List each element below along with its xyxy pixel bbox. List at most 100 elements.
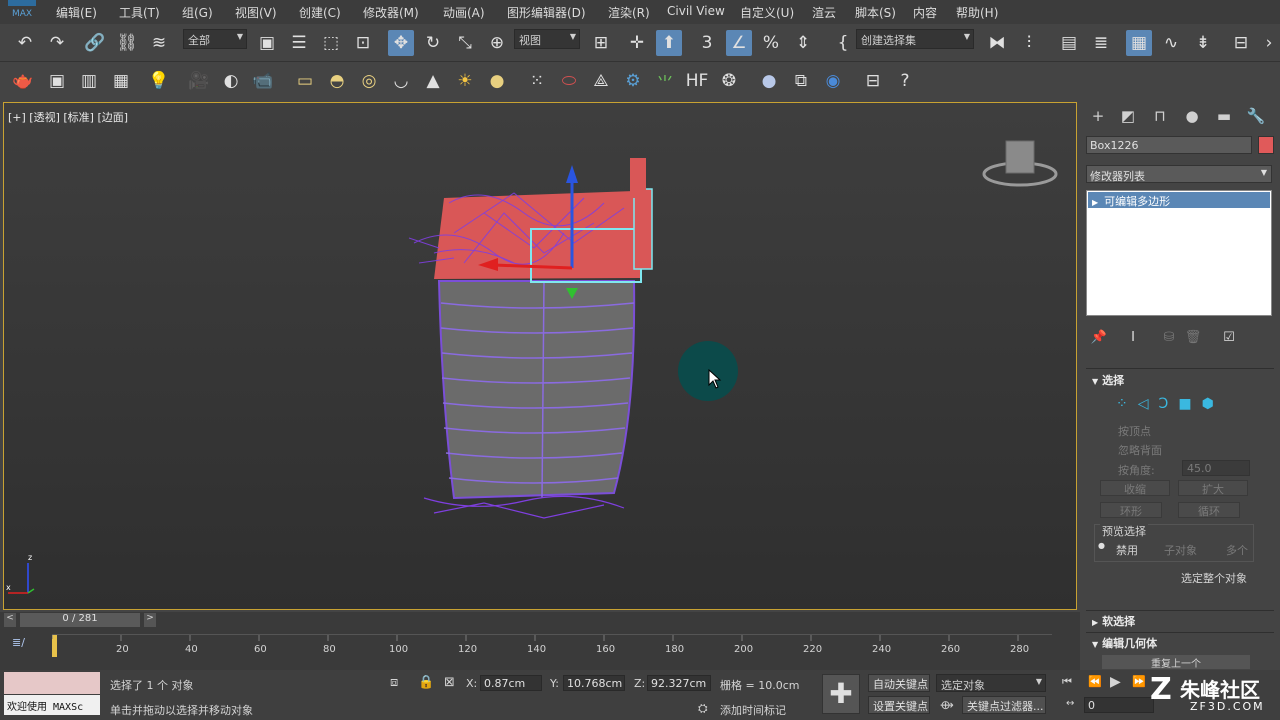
time-config-icon[interactable]: ↔ [1066, 698, 1074, 709]
spinner-snap-icon[interactable]: ⇕ [790, 30, 816, 56]
grass-icon[interactable]: ⺌ [652, 68, 678, 94]
scene-building[interactable] [394, 153, 674, 543]
repeat-last-button[interactable]: 重复上一个 [1102, 655, 1250, 669]
track-bar[interactable] [52, 634, 1052, 660]
pyramid-mesh-icon[interactable]: ⟁ [588, 68, 614, 94]
sphere-shade-icon[interactable]: ◐ [218, 68, 244, 94]
set-key-big-button[interactable]: ✚ [822, 674, 860, 714]
render-setup-icon[interactable]: ▥ [76, 68, 102, 94]
material-editor-icon[interactable]: ⊟ [1228, 30, 1254, 56]
x-coord-field[interactable]: 0.87cm [480, 675, 542, 691]
batch-render-icon[interactable]: ⊟ [860, 68, 886, 94]
select-scale-icon[interactable]: ⤡ [452, 30, 478, 56]
modify-tab-icon[interactable]: ◩ [1116, 106, 1140, 126]
edit-geometry-rollout-header[interactable]: ▼ 编辑几何体 [1086, 635, 1272, 653]
unlink-icon[interactable]: ⛓ [114, 30, 140, 56]
bind-spacewarp-icon[interactable]: ≋ [146, 30, 172, 56]
polygon-mode-icon[interactable]: ■ [1178, 396, 1191, 414]
menu-views[interactable]: 视图(V) [235, 4, 277, 21]
window-crossing-icon[interactable]: ⊡ [350, 30, 376, 56]
menu-create[interactable]: 创建(C) [299, 4, 341, 21]
y-coord-field[interactable]: 10.768cm [563, 675, 625, 691]
z-coord-field[interactable]: 92.327cm [647, 675, 711, 691]
current-frame-field[interactable]: 0 [1084, 697, 1154, 713]
teapot-icon[interactable]: 🫖 [10, 68, 36, 94]
cone-icon[interactable]: ▲ [420, 68, 446, 94]
isolate-selection-icon[interactable]: ⧈ [390, 675, 398, 690]
scatter-icon[interactable]: ⁙ [524, 68, 550, 94]
selection-filter-dropdown[interactable]: 全部 ▼ [183, 29, 247, 49]
grow-button[interactable]: 扩大 [1178, 480, 1248, 496]
hierarchy-tab-icon[interactable]: ⊓ [1148, 106, 1172, 126]
menu-graph-editors[interactable]: 图形编辑器(D) [507, 4, 586, 21]
menu-content[interactable]: 内容 [913, 4, 937, 21]
layer-explorer-icon[interactable]: ≣ [1088, 30, 1114, 56]
select-move-icon[interactable]: ✥ [388, 30, 414, 56]
redo-icon[interactable]: ↷ [44, 30, 70, 56]
pivot-center-icon[interactable]: ⊞ [588, 30, 614, 56]
plane-icon[interactable]: ▭ [292, 68, 318, 94]
maxscript-mini-listener[interactable]: 欢迎使用 MAXSc [4, 695, 100, 715]
light-lister-icon[interactable]: 💡 [146, 68, 172, 94]
selection-rollout-header[interactable]: ▼ 选择 [1086, 372, 1272, 390]
menu-tools[interactable]: 工具(T) [119, 4, 160, 21]
vertex-mode-icon[interactable]: ⁘ [1116, 396, 1128, 414]
show-end-result-icon[interactable]: Ⅰ [1120, 324, 1146, 350]
menu-edit[interactable]: 编辑(E) [56, 4, 97, 21]
menu-group[interactable]: 组(G) [182, 4, 213, 21]
toolbar-overflow-icon[interactable]: › [1260, 30, 1278, 56]
ribbon-toggle-icon[interactable]: ▦ [1126, 30, 1152, 56]
edge-mode-icon[interactable]: ◁ [1138, 396, 1149, 414]
key-mode-dropdown[interactable]: 选定对象 ▼ [936, 674, 1046, 692]
render-active-icon[interactable]: ◉ [820, 68, 846, 94]
menu-modifiers[interactable]: 修改器(M) [363, 4, 419, 21]
scene-explorer-icon[interactable]: ▤ [1056, 30, 1082, 56]
angle-snap-icon[interactable]: ∠ [726, 30, 752, 56]
object-color-swatch[interactable] [1258, 136, 1274, 154]
menu-scripting[interactable]: 脚本(S) [855, 4, 896, 21]
time-slider-prev-icon[interactable]: < [4, 613, 16, 627]
viewcube-icon[interactable] [980, 137, 1060, 197]
selection-lock-icon[interactable]: 🔒 [418, 675, 434, 690]
sphere-light-icon[interactable]: ● [484, 68, 510, 94]
render-sphere-icon[interactable]: ● [756, 68, 782, 94]
help-icon[interactable]: ? [892, 68, 918, 94]
percent-snap-icon[interactable]: % [758, 30, 784, 56]
disc-icon[interactable]: ◎ [356, 68, 382, 94]
time-slider[interactable]: 0 / 281 [20, 613, 140, 627]
undo-icon[interactable]: ↶ [12, 30, 38, 56]
preview-off-radio[interactable]: 禁用 [1116, 542, 1138, 558]
menu-renderyun[interactable]: 渲云 [812, 4, 836, 21]
perspective-viewport[interactable]: [+] [透视] [标准] [边面] z x [3, 102, 1077, 610]
soft-selection-rollout-header[interactable]: ▶ 软选择 [1086, 613, 1272, 631]
pin-stack-icon[interactable]: 📌 [1086, 324, 1112, 350]
edit-named-selection-icon[interactable]: { [830, 30, 856, 56]
video-camera-icon[interactable]: 📹 [250, 68, 276, 94]
ring-button[interactable]: 环形 [1100, 502, 1162, 518]
select-by-name-icon[interactable]: ☰ [286, 30, 312, 56]
ref-coord-dropdown[interactable]: 视图 ▼ [514, 29, 580, 49]
dome-icon[interactable]: ◓ [324, 68, 350, 94]
border-mode-icon[interactable]: Ↄ [1159, 396, 1169, 414]
menu-animation[interactable]: 动画(A) [443, 4, 485, 21]
viewport-label[interactable]: [+] [透视] [标准] [边面] [8, 109, 128, 125]
environment-icon[interactable]: ▦ [108, 68, 134, 94]
by-angle-checkbox[interactable]: 按角度: [1118, 462, 1155, 478]
maxscript-listener-top[interactable] [4, 672, 100, 694]
sun-icon[interactable]: ☀ [452, 68, 478, 94]
select-object-icon[interactable]: ▣ [254, 30, 280, 56]
gear-icon[interactable]: ⚙ [620, 68, 646, 94]
link-icon[interactable]: 🔗 [82, 30, 108, 56]
preview-multi-radio[interactable]: 多个 [1226, 542, 1248, 558]
app-logo-icon[interactable]: MAX [2, 0, 42, 22]
camera-icon[interactable]: 🎥 [186, 68, 212, 94]
select-place-icon[interactable]: ⊕ [484, 30, 510, 56]
configure-modifier-sets-icon[interactable]: ☑ [1216, 324, 1242, 350]
render-region-icon[interactable]: ⧉ [788, 68, 814, 94]
select-manipulate-icon[interactable]: ✛ [624, 30, 650, 56]
object-name-field[interactable]: Box1226 [1086, 136, 1252, 154]
add-time-tag-label[interactable]: 添加时间标记 [720, 702, 786, 718]
preview-subobject-radio[interactable]: 子对象 [1164, 542, 1197, 558]
align-icon[interactable]: ⫶ [1016, 30, 1042, 56]
select-rotate-icon[interactable]: ↻ [420, 30, 446, 56]
